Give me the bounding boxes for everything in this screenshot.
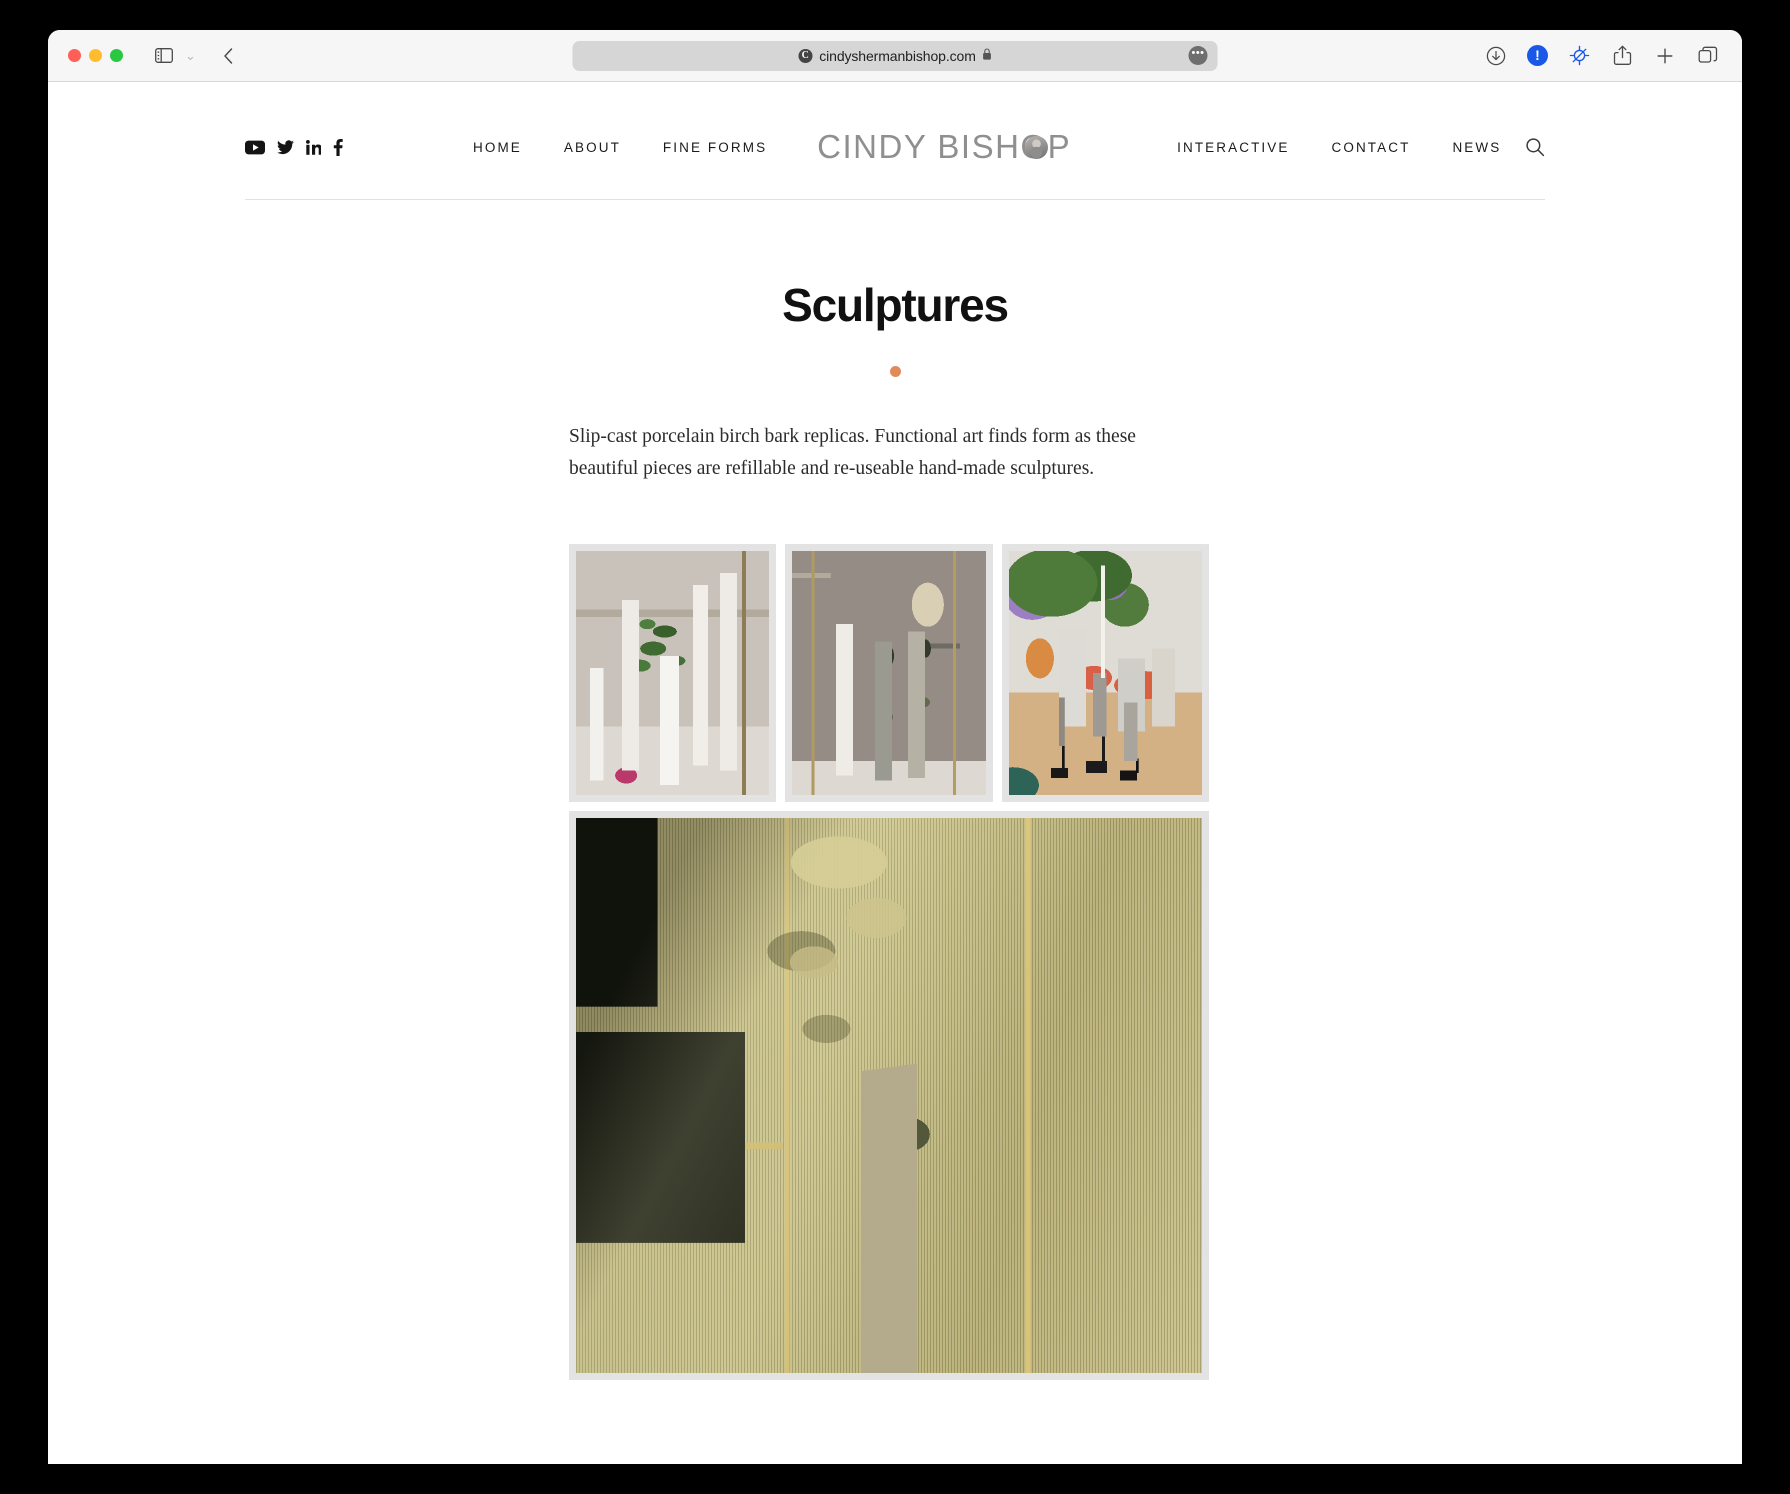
- browser-toolbar: ⌄ C cindyshermanbishop.com ••• !: [48, 30, 1742, 82]
- url-text: cindyshermanbishop.com: [819, 47, 976, 64]
- accent-dot: [889, 366, 901, 377]
- photo-three-birch-trunks[interactable]: [785, 544, 993, 803]
- twitter-icon[interactable]: [277, 139, 294, 155]
- photo-birch-candle-holders-image: [1008, 551, 1202, 796]
- social-links: [245, 138, 455, 156]
- facebook-icon[interactable]: [333, 138, 343, 156]
- address-bar[interactable]: C cindyshermanbishop.com •••: [572, 40, 1218, 71]
- sidebar-toggle-icon[interactable]: [149, 43, 179, 69]
- minimize-window-button[interactable]: [89, 49, 102, 62]
- navigation-controls: ⌄: [149, 43, 244, 69]
- site-header: HOME ABOUT FINE FORMS CINDY BISHOP INTER…: [245, 82, 1545, 200]
- photo-birch-wall-vase[interactable]: [569, 811, 1209, 1381]
- toolbar-right-group: !: [1484, 44, 1720, 68]
- site-favicon-icon: C: [798, 48, 813, 63]
- photo-three-birch-trunks-image: [792, 551, 986, 796]
- nav-item-interactive[interactable]: INTERACTIVE: [1177, 140, 1289, 155]
- window-controls: [68, 49, 123, 62]
- share-icon[interactable]: [1610, 44, 1634, 68]
- search-icon[interactable]: [1525, 137, 1545, 157]
- primary-nav-right: INTERACTIVE CONTACT NEWS: [1177, 140, 1501, 155]
- youtube-icon[interactable]: [245, 140, 265, 155]
- nav-item-news[interactable]: NEWS: [1452, 140, 1501, 155]
- primary-nav-left: HOME ABOUT FINE FORMS: [473, 140, 767, 155]
- lock-icon: [983, 48, 992, 63]
- main-content: Sculptures Slip-cast porcelain birch bar…: [245, 278, 1545, 1381]
- web-page: HOME ABOUT FINE FORMS CINDY BISHOP INTER…: [48, 82, 1742, 1464]
- nav-item-about[interactable]: ABOUT: [564, 140, 621, 155]
- page-menu-button[interactable]: •••: [1188, 46, 1208, 65]
- sidebar-chevron-icon[interactable]: ⌄: [185, 48, 196, 64]
- browser-window: ⌄ C cindyshermanbishop.com ••• ! HOME AB…: [48, 30, 1742, 1464]
- nav-item-contact[interactable]: CONTACT: [1332, 140, 1411, 155]
- nav-item-home[interactable]: HOME: [473, 140, 522, 155]
- linkedin-icon[interactable]: [306, 139, 321, 155]
- close-window-button[interactable]: [68, 49, 81, 62]
- logo-portrait-icon: [1025, 135, 1049, 159]
- gallery-thumbnail-row: [569, 544, 1209, 803]
- tab-overview-icon[interactable]: [1696, 44, 1720, 68]
- warning-badge-icon[interactable]: !: [1527, 45, 1548, 66]
- page-title: Sculptures: [782, 279, 1009, 331]
- downloads-icon[interactable]: [1484, 44, 1508, 68]
- intro-paragraph: Slip-cast porcelain birch bark replicas.…: [569, 426, 1136, 479]
- photo-birch-candle-holders[interactable]: [1001, 544, 1209, 803]
- photo-white-porcelain-birch-vases[interactable]: [569, 544, 777, 803]
- photo-birch-wall-vase-image: [576, 818, 1202, 1374]
- nav-item-fine-forms[interactable]: FINE FORMS: [663, 140, 767, 155]
- image-gallery: [569, 544, 1209, 1381]
- zoom-window-button[interactable]: [110, 49, 123, 62]
- site-logo[interactable]: CINDY BISHOP: [817, 128, 1071, 166]
- new-tab-icon[interactable]: [1653, 44, 1677, 68]
- privacy-report-icon[interactable]: [1567, 44, 1591, 68]
- back-button-icon[interactable]: [214, 43, 244, 69]
- photo-white-porcelain-birch-vases-image: [576, 551, 770, 796]
